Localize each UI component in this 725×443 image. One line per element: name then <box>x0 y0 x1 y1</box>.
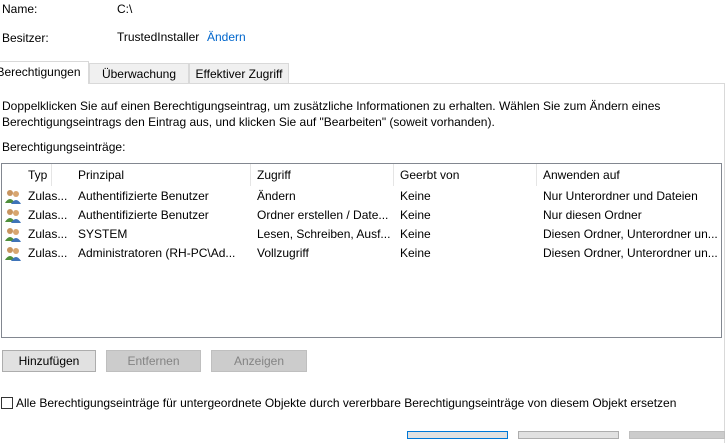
cell-applies-to: Nur Unterordner und Dateien <box>543 189 698 203</box>
replace-child-permissions-checkbox[interactable] <box>1 397 13 409</box>
apply-button[interactable] <box>629 431 725 439</box>
users-icon <box>5 190 21 204</box>
cell-access: Vollzugriff <box>257 246 309 260</box>
instructions-line-2: Berechtigungseintrags den Eintrag aus, u… <box>2 115 495 129</box>
change-owner-link[interactable]: Ändern <box>207 30 246 44</box>
permission-entries-list[interactable]: Typ Prinzipal Zugriff Geerbt von Anwende… <box>1 163 722 338</box>
owner-value: TrustedInstaller <box>117 30 200 44</box>
cancel-button[interactable] <box>518 431 619 439</box>
cell-principal: Administratoren (RH-PC\Ad... <box>78 246 236 260</box>
column-header-applies-to[interactable]: Anwenden auf <box>537 164 721 186</box>
column-header-principal[interactable]: Prinzipal <box>72 164 251 186</box>
cell-applies-to: Diesen Ordner, Unterordner un... <box>543 246 718 260</box>
users-icon <box>5 247 21 261</box>
cell-principal: Authentifizierte Benutzer <box>78 208 209 222</box>
instructions-line-1: Doppelklicken Sie auf einen Berechtigung… <box>2 99 661 113</box>
cell-applies-to: Nur diesen Ordner <box>543 208 642 222</box>
tab-permissions[interactable]: Berechtigungen <box>0 61 89 84</box>
name-value: C:\ <box>117 2 133 16</box>
cell-principal: SYSTEM <box>78 227 128 241</box>
cell-access: Ändern <box>257 189 296 203</box>
tab-effective-access[interactable]: Effektiver Zugriff <box>189 63 289 83</box>
cell-inherited-from: Keine <box>400 189 431 203</box>
column-header-inherited-from[interactable]: Geerbt von <box>394 164 537 186</box>
table-row[interactable]: Zulas... Authentifizierte Benutzer Ordne… <box>2 206 721 225</box>
remove-button[interactable]: Entfernen <box>106 350 201 372</box>
cell-access: Lesen, Schreiben, Ausf... <box>257 227 391 241</box>
table-row[interactable]: Zulas... Authentifizierte Benutzer Änder… <box>2 187 721 206</box>
column-header-access[interactable]: Zugriff <box>251 164 394 186</box>
entries-label: Berechtigungseinträge: <box>2 140 126 154</box>
users-icon <box>5 209 21 223</box>
add-button[interactable]: Hinzufügen <box>2 350 96 372</box>
cell-access: Ordner erstellen / Date... <box>257 208 389 222</box>
table-row[interactable]: Zulas... SYSTEM Lesen, Schreiben, Ausf..… <box>2 225 721 244</box>
table-row[interactable]: Zulas... Administratoren (RH-PC\Ad... Vo… <box>2 244 721 263</box>
cell-type: Zulas... <box>28 227 68 241</box>
column-header-type[interactable]: Typ <box>2 164 52 186</box>
replace-child-permissions-label[interactable]: Alle Berechtigungseinträge für untergeor… <box>16 396 676 410</box>
tab-auditing[interactable]: Überwachung <box>89 63 189 83</box>
ok-button[interactable] <box>407 431 508 439</box>
users-icon <box>5 228 21 242</box>
cell-inherited-from: Keine <box>400 246 431 260</box>
cell-inherited-from: Keine <box>400 208 431 222</box>
cell-applies-to: Diesen Ordner, Unterordner un... <box>543 227 718 241</box>
view-button[interactable]: Anzeigen <box>211 350 307 372</box>
tab-strip: Berechtigungen Überwachung Effektiver Zu… <box>0 61 725 84</box>
owner-label: Besitzer: <box>2 31 49 45</box>
name-label: Name: <box>2 2 38 16</box>
list-header: Typ Prinzipal Zugriff Geerbt von Anwende… <box>2 164 721 186</box>
cell-inherited-from: Keine <box>400 227 431 241</box>
cell-type: Zulas... <box>28 189 68 203</box>
cell-type: Zulas... <box>28 246 68 260</box>
cell-principal: Authentifizierte Benutzer <box>78 189 209 203</box>
cell-type: Zulas... <box>28 208 68 222</box>
